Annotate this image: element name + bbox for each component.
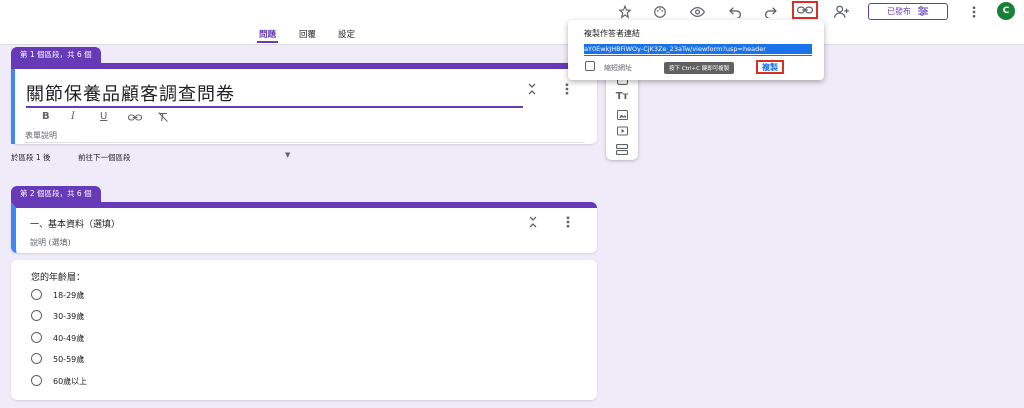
clear-format-icon[interactable] <box>157 112 169 125</box>
question-title[interactable]: 您的年齡層： <box>31 270 85 283</box>
option-label: 40-49歲 <box>53 334 85 343</box>
more-vert-icon[interactable] <box>966 4 982 20</box>
title-text-icon[interactable]: Tт <box>614 89 630 103</box>
add-collaborator-icon[interactable] <box>834 4 850 20</box>
section-more-icon[interactable] <box>566 216 570 231</box>
option-label: 18-29歲 <box>53 291 85 300</box>
radio-button[interactable] <box>31 353 42 364</box>
dropdown-arrow-icon[interactable]: ▼ <box>285 151 290 159</box>
responder-link-field[interactable]: aY0EwkJHBFiWOy-CjK3Ze_23aTw/viewform?usp… <box>584 44 812 54</box>
radio-button[interactable] <box>31 332 42 343</box>
after-section-select[interactable]: 前往下一個區段 <box>78 152 131 163</box>
top-app-bar: 已發布 C 問題 回覆 設定 <box>0 0 1024 45</box>
copy-link-popup: 複製作答者連結 aY0EwkJHBFiWOy-CjK3Ze_23aTw/view… <box>568 20 824 80</box>
after-section-label: 於區段 1 後 <box>11 153 51 162</box>
section-icon[interactable] <box>614 142 630 156</box>
form-description-field[interactable]: 表單說明 <box>25 130 57 141</box>
avatar[interactable]: C <box>997 2 1015 20</box>
italic-button[interactable]: I <box>71 111 75 122</box>
section-2-tab: 第 2 個區段，共 6 個 <box>11 186 101 202</box>
section-more-icon[interactable] <box>565 83 569 98</box>
radio-button[interactable] <box>31 289 42 300</box>
link-underline <box>584 55 812 56</box>
section-1-tab: 第 1 個區段，共 6 個 <box>11 47 101 63</box>
publish-settings-icon <box>917 5 929 18</box>
radio-button[interactable] <box>31 310 42 321</box>
preview-eye-icon[interactable] <box>689 4 705 20</box>
insert-link-icon[interactable] <box>127 113 143 124</box>
image-icon[interactable] <box>614 108 630 122</box>
collapse-section-icon[interactable] <box>527 83 537 98</box>
palette-icon[interactable] <box>652 4 668 20</box>
popup-title: 複製作答者連結 <box>584 29 640 38</box>
customize-theme-icon[interactable] <box>617 4 633 20</box>
option-label: 60歲以上 <box>53 377 88 386</box>
tab-responses[interactable]: 回覆 <box>299 28 316 40</box>
form-title[interactable]: 關節保養品顧客調查問卷 <box>26 80 235 106</box>
tab-questions[interactable]: 問題 <box>256 28 279 43</box>
form-title-card[interactable]: 關節保養品顧客調查問卷 B I U 表單說明 <box>11 63 597 144</box>
question-card[interactable]: 您的年齡層： 18-29歲 30-39歲 40-49歲 50-59歲 60歲以上 <box>11 260 597 400</box>
tab-bar: 問題 回覆 設定 <box>0 28 1024 44</box>
title-underline <box>26 106 523 108</box>
published-button[interactable]: 已發布 <box>868 3 948 20</box>
copy-button[interactable]: 複製 <box>756 60 784 74</box>
active-card-indicator <box>11 69 15 144</box>
video-icon[interactable] <box>614 124 630 138</box>
published-label: 已發布 <box>887 7 911 16</box>
description-underline <box>25 142 585 143</box>
copy-tooltip: 按下 Ctrl+C 鍵即可複製 <box>664 62 735 74</box>
option-label: 50-59歲 <box>53 355 85 364</box>
section-2-title[interactable]: 一、基本資料（選填） <box>30 217 120 230</box>
collapse-section-icon[interactable] <box>528 216 538 231</box>
underline-button[interactable]: U <box>100 111 107 122</box>
undo-icon[interactable] <box>727 4 743 20</box>
radio-button[interactable] <box>31 375 42 386</box>
section-2-description[interactable]: 說明 (選填) <box>30 237 71 248</box>
section-2-card[interactable]: 一、基本資料（選填） 說明 (選填) <box>11 202 597 253</box>
option-label: 30-39歲 <box>53 312 85 321</box>
shorten-url-label: 縮短網址 <box>604 64 632 72</box>
redo-icon[interactable] <box>762 4 778 20</box>
shorten-url-checkbox[interactable] <box>585 61 595 71</box>
link-icon[interactable] <box>792 1 818 19</box>
bold-button[interactable]: B <box>42 111 50 122</box>
tab-settings[interactable]: 設定 <box>338 28 355 40</box>
